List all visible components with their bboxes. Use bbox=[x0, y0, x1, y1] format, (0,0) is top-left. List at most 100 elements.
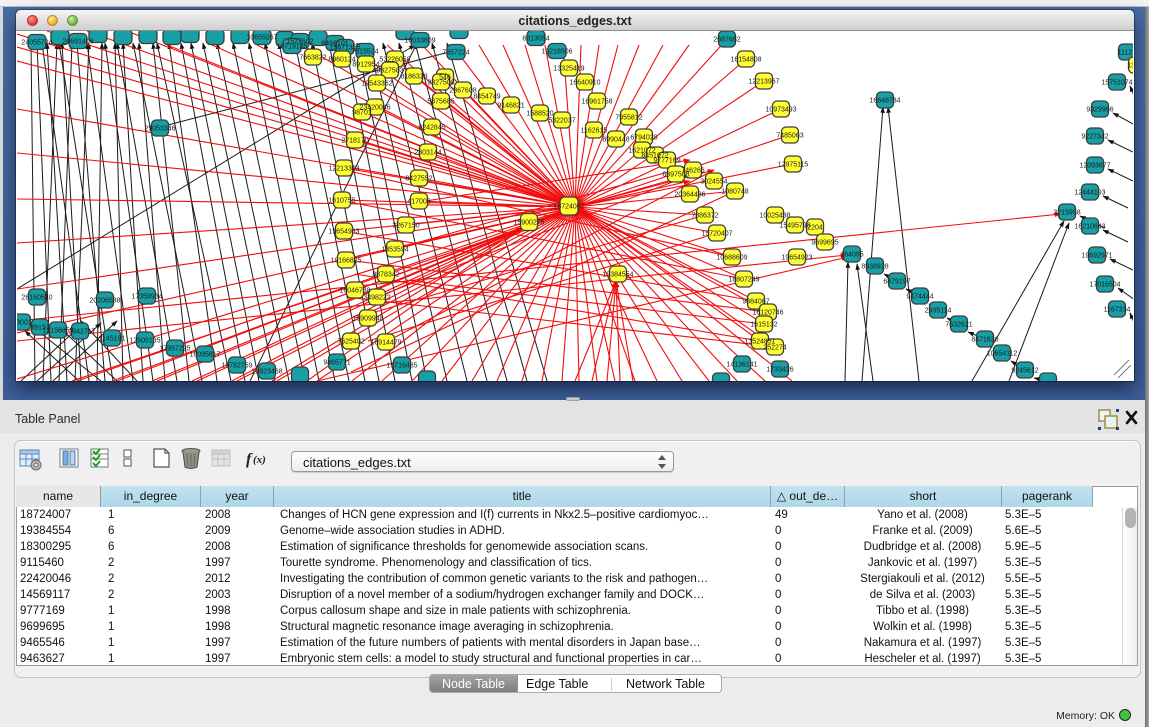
svg-text:1615132: 1615132 bbox=[750, 322, 777, 329]
svg-text:9327508: 9327508 bbox=[427, 80, 454, 87]
svg-text:16914479: 16914479 bbox=[370, 340, 401, 347]
svg-text:24055724: 24055724 bbox=[21, 40, 52, 47]
svg-text:7357224: 7357224 bbox=[442, 50, 469, 57]
svg-text:1145191: 1145191 bbox=[99, 336, 126, 343]
svg-text:19654923: 19654923 bbox=[781, 255, 812, 262]
svg-text:5875685: 5875685 bbox=[427, 99, 454, 106]
svg-text:15909948: 15909948 bbox=[352, 316, 383, 323]
svg-text:9777169: 9777169 bbox=[653, 158, 680, 165]
svg-text:16961758: 16961758 bbox=[581, 99, 612, 106]
svg-text:12213303: 12213303 bbox=[328, 166, 359, 173]
svg-text:7625402: 7625402 bbox=[337, 339, 364, 346]
svg-text:16648784: 16648784 bbox=[869, 98, 900, 105]
svg-text:7515524: 7515524 bbox=[351, 49, 378, 56]
svg-text:3215958: 3215958 bbox=[1053, 210, 1080, 217]
svg-text:10655267: 10655267 bbox=[246, 35, 277, 42]
svg-text:5322037: 5322037 bbox=[548, 118, 575, 125]
svg-text:7886372: 7886372 bbox=[691, 213, 718, 220]
svg-text:16120746: 16120746 bbox=[752, 310, 783, 317]
svg-text:9146821: 9146821 bbox=[497, 103, 524, 110]
svg-text:2935114: 2935114 bbox=[925, 308, 952, 315]
svg-text:9465771: 9465771 bbox=[323, 360, 350, 367]
svg-text:17359934: 17359934 bbox=[131, 294, 162, 301]
svg-text:6879197: 6879197 bbox=[883, 279, 910, 286]
svg-text:20364436: 20364436 bbox=[674, 192, 705, 199]
svg-text:12923468: 12923468 bbox=[251, 369, 282, 376]
svg-text:20206538: 20206538 bbox=[89, 298, 120, 305]
svg-text:9884067: 9884067 bbox=[742, 299, 769, 306]
svg-text:26160510: 26160510 bbox=[21, 295, 52, 302]
svg-text:16046738: 16046738 bbox=[339, 288, 370, 295]
svg-text:f: f bbox=[246, 451, 253, 468]
svg-text:29053346: 29053346 bbox=[144, 126, 175, 133]
svg-text:6794028: 6794028 bbox=[630, 135, 657, 142]
svg-text:2803144: 2803144 bbox=[414, 150, 441, 157]
svg-text:8471636: 8471636 bbox=[971, 337, 998, 344]
svg-text:53226058: 53226058 bbox=[379, 57, 410, 64]
svg-text:1167334: 1167334 bbox=[1104, 307, 1131, 314]
svg-text:8938928: 8938928 bbox=[861, 264, 888, 271]
svg-text:7955812: 7955812 bbox=[615, 115, 642, 122]
svg-text:17957225: 17957225 bbox=[159, 346, 190, 353]
svg-text:1588520: 1588520 bbox=[526, 111, 553, 118]
svg-text:15751074: 15751074 bbox=[1101, 80, 1132, 87]
svg-text:10025438: 10025438 bbox=[759, 213, 790, 220]
svg-text:19692971: 19692971 bbox=[1081, 253, 1112, 260]
svg-text:10543362: 10543362 bbox=[361, 81, 392, 88]
svg-text:9245612: 9245612 bbox=[1011, 368, 1038, 375]
svg-text:8186328: 8186328 bbox=[400, 74, 427, 81]
svg-text:7485063: 7485063 bbox=[776, 133, 803, 140]
svg-text:164095: 164095 bbox=[840, 252, 863, 259]
svg-text:8813054: 8813054 bbox=[522, 36, 549, 43]
svg-text:10719135: 10719135 bbox=[276, 44, 307, 51]
svg-text:12505135: 12505135 bbox=[129, 338, 160, 345]
svg-text:8454749: 8454749 bbox=[473, 94, 500, 101]
svg-text:12093877: 12093877 bbox=[1079, 163, 1110, 170]
svg-text:1080748: 1080748 bbox=[721, 189, 748, 196]
svg-text:3267150: 3267150 bbox=[392, 223, 419, 230]
svg-text:8878342: 8878342 bbox=[372, 272, 399, 279]
svg-text:8427552: 8427552 bbox=[405, 176, 432, 183]
svg-text:10973493: 10973493 bbox=[765, 107, 796, 114]
svg-text:13324: 13324 bbox=[1127, 63, 1133, 70]
svg-text:3024554: 3024554 bbox=[700, 179, 727, 186]
svg-text:12444193: 12444193 bbox=[1074, 190, 1105, 197]
svg-text:1353594: 1353594 bbox=[381, 247, 408, 254]
svg-text:16095817: 16095817 bbox=[189, 352, 220, 359]
svg-text:9329966: 9329966 bbox=[1086, 107, 1113, 114]
svg-text:2718170: 2718170 bbox=[341, 138, 368, 145]
svg-text:9474444: 9474444 bbox=[906, 294, 933, 301]
svg-text:417006: 417006 bbox=[407, 199, 430, 206]
svg-text:98701: 98701 bbox=[352, 110, 372, 117]
svg-text:11123: 11123 bbox=[1118, 50, 1133, 57]
svg-text:16640910: 16640910 bbox=[569, 80, 600, 87]
svg-text:17016504: 17016504 bbox=[1089, 282, 1120, 289]
svg-text:12213967: 12213967 bbox=[748, 79, 779, 86]
svg-text:1610755: 1610755 bbox=[328, 198, 355, 205]
svg-text:16782759: 16782759 bbox=[221, 363, 252, 370]
svg-text:15495798: 15495798 bbox=[779, 223, 810, 230]
svg-text:16033809: 16033809 bbox=[404, 38, 435, 45]
svg-text:7663822: 7663822 bbox=[299, 55, 326, 62]
svg-text:3498222: 3498222 bbox=[363, 295, 390, 302]
svg-text:15716485: 15716485 bbox=[386, 363, 417, 370]
svg-text:13325419: 13325419 bbox=[553, 66, 584, 73]
svg-text:12975115: 12975115 bbox=[778, 162, 809, 169]
svg-text:19166825: 19166825 bbox=[330, 258, 361, 265]
svg-text:9699695: 9699695 bbox=[811, 240, 838, 247]
svg-text:15900275: 15900275 bbox=[513, 220, 544, 227]
svg-text:8990448: 8990448 bbox=[602, 137, 629, 144]
svg-text:18807249: 18807249 bbox=[728, 277, 759, 284]
svg-text:7632621: 7632621 bbox=[945, 322, 972, 329]
svg-text:20691406: 20691406 bbox=[62, 39, 93, 46]
svg-text:14136141: 14136141 bbox=[726, 362, 757, 369]
svg-text:19218506: 19218506 bbox=[541, 49, 572, 56]
svg-text:18724007: 18724007 bbox=[553, 204, 584, 211]
svg-text:15720407: 15720407 bbox=[701, 231, 732, 238]
svg-text:16210643: 16210643 bbox=[1074, 224, 1105, 231]
svg-text:252274: 252274 bbox=[763, 345, 786, 352]
svg-text:12942717: 12942717 bbox=[64, 329, 95, 336]
svg-text:16154808: 16154808 bbox=[730, 57, 761, 64]
svg-text:1162615: 1162615 bbox=[581, 128, 608, 135]
svg-text:19384554: 19384554 bbox=[602, 272, 633, 279]
